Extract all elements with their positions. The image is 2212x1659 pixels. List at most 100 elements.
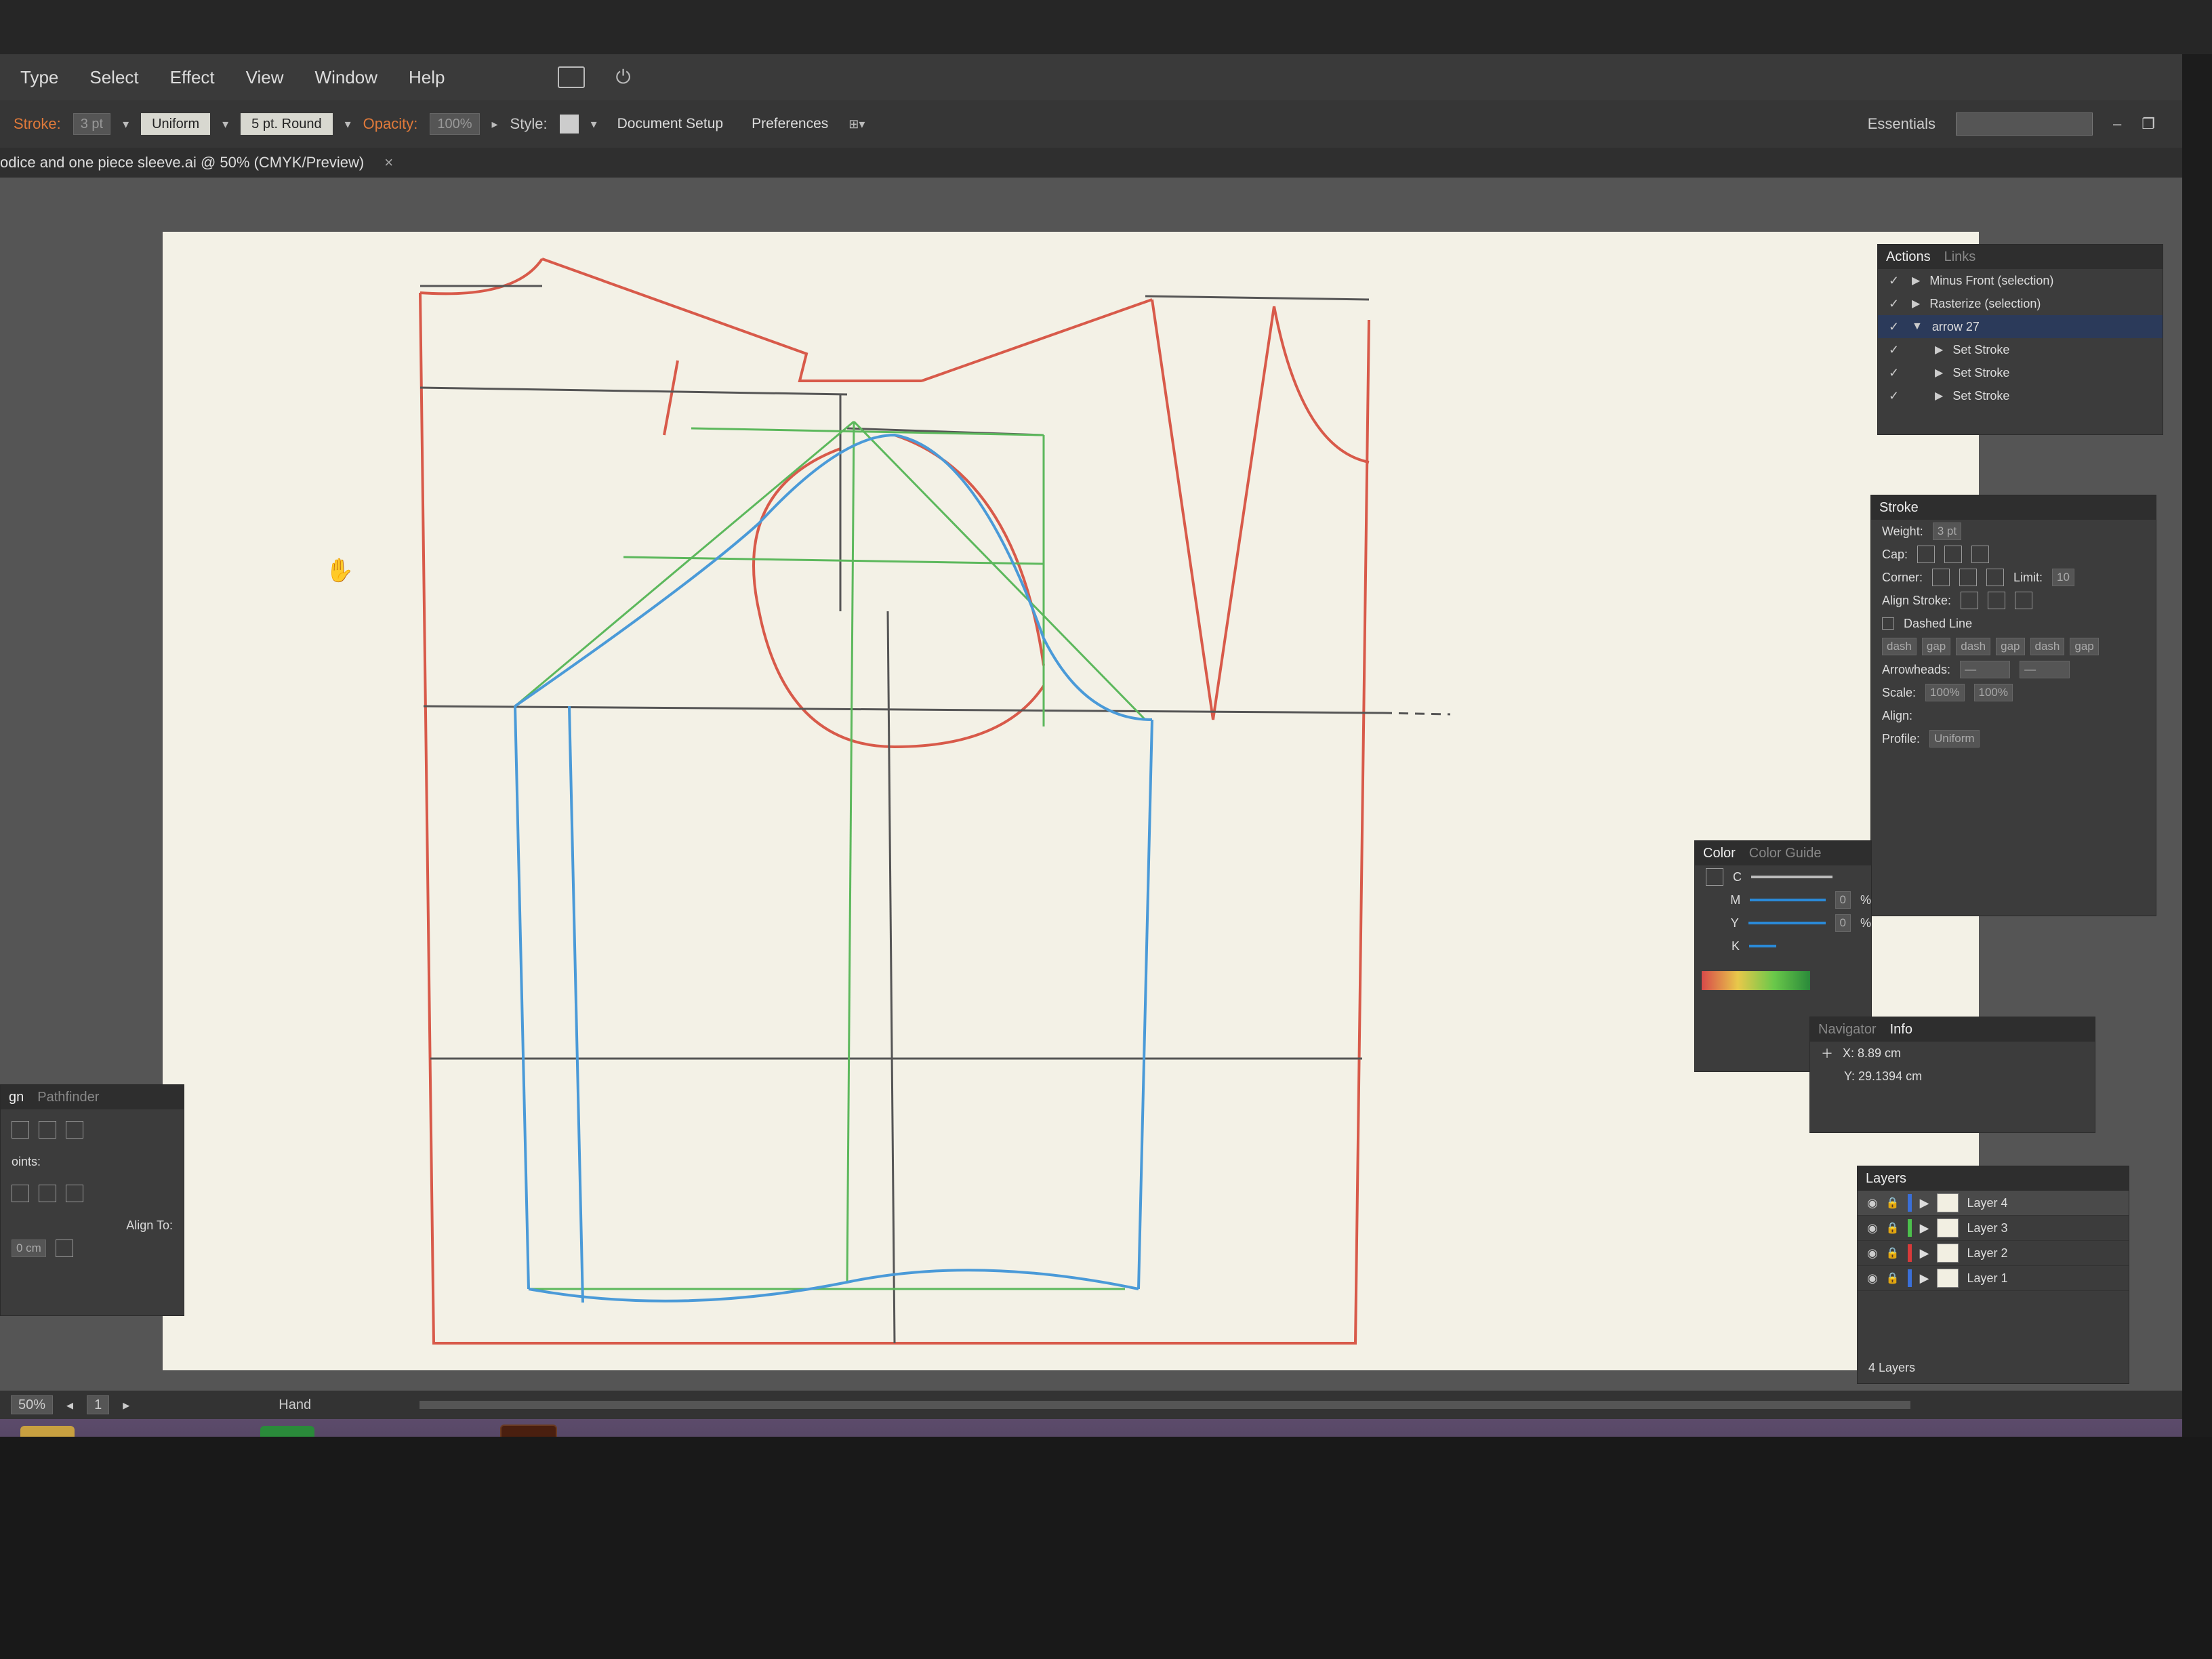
miter-join-icon[interactable] <box>1932 569 1950 586</box>
chevron-down-icon[interactable]: ▾ <box>345 117 351 131</box>
color-spectrum-bar[interactable] <box>1702 971 1810 990</box>
expand-triangle-icon[interactable]: ▶ <box>1920 1246 1929 1261</box>
tab-pathfinder[interactable]: Pathfinder <box>37 1090 99 1105</box>
store-icon[interactable]: ⊞ <box>260 1426 314 1437</box>
layer-name[interactable]: Layer 2 <box>1967 1246 2007 1261</box>
prev-artboard-icon[interactable]: ◂ <box>66 1397 73 1414</box>
check-icon[interactable]: ✓ <box>1889 366 1902 380</box>
dash-field[interactable]: dash <box>2030 638 2065 655</box>
lock-icon[interactable]: 🔒 <box>1886 1221 1900 1235</box>
tab-navigator[interactable]: Navigator <box>1818 1022 1877 1038</box>
y-slider[interactable] <box>1748 922 1826 924</box>
layer-row[interactable]: ◉ 🔒 ▶ Layer 2 <box>1858 1241 2129 1266</box>
limit-field[interactable]: 10 <box>2052 569 2074 586</box>
menu-effect[interactable]: Effect <box>170 67 215 88</box>
projecting-cap-icon[interactable] <box>1971 546 1990 563</box>
lock-icon[interactable]: 🔒 <box>1886 1246 1900 1260</box>
check-icon[interactable]: ✓ <box>1889 389 1902 403</box>
tab-actions[interactable]: Actions <box>1886 249 1931 265</box>
expand-triangle-icon[interactable]: ▶ <box>1920 1196 1929 1210</box>
align-center-icon[interactable] <box>1961 592 1979 609</box>
menu-window[interactable]: Window <box>315 67 377 88</box>
expand-triangle-icon[interactable]: ▶ <box>1935 389 1943 403</box>
media-player-icon[interactable]: ◉ <box>100 1426 155 1437</box>
stroke-weight-field[interactable]: 3 pt <box>73 113 111 135</box>
menu-select[interactable]: Select <box>89 67 138 88</box>
layers-panel-title[interactable]: Layers <box>1866 1171 1906 1187</box>
document-tab[interactable]: odice and one piece sleeve.ai @ 50% (CMY… <box>0 148 407 178</box>
action-item[interactable]: ✓ ▶ Rasterize (selection) <box>1878 292 2163 315</box>
zoom-dropdown[interactable]: 50% <box>11 1395 54 1414</box>
lock-icon[interactable]: 🔒 <box>1886 1196 1900 1210</box>
action-item[interactable]: ✓ ▶ Minus Front (selection) <box>1878 269 2163 292</box>
dashed-line-checkbox[interactable] <box>1882 617 1894 630</box>
horizontal-scrollbar[interactable] <box>419 1401 1911 1409</box>
c-slider[interactable] <box>1751 876 1832 878</box>
visibility-eye-icon[interactable]: ◉ <box>1867 1246 1878 1261</box>
align-to-dropdown[interactable] <box>55 1240 73 1257</box>
end-arrowhead-dropdown[interactable]: — <box>2020 661 2070 678</box>
weight-field[interactable]: 3 pt <box>1932 523 1962 540</box>
bevel-join-icon[interactable] <box>1986 569 2005 586</box>
k-slider[interactable] <box>1749 945 1777 947</box>
close-icon[interactable]: × <box>384 154 393 171</box>
chevron-down-icon[interactable]: ▾ <box>123 117 129 131</box>
visibility-eye-icon[interactable]: ◉ <box>1867 1196 1878 1210</box>
align-horizontal-center-icon[interactable] <box>39 1121 56 1139</box>
artboard[interactable] <box>163 232 1979 1370</box>
menu-view[interactable]: View <box>246 67 284 88</box>
m-slider[interactable] <box>1750 899 1826 901</box>
dash-field[interactable]: dash <box>1956 638 1991 655</box>
chevron-down-icon[interactable]: ▾ <box>591 117 597 131</box>
arrange-icon[interactable]: ⊞▾ <box>848 117 865 131</box>
remote-desktop-icon[interactable]: ▣ <box>180 1426 234 1437</box>
menu-help[interactable]: Help <box>409 67 445 88</box>
profile-dropdown[interactable]: Uniform <box>1929 730 1980 747</box>
m-field[interactable]: 0 <box>1835 891 1851 909</box>
opacity-label[interactable]: Opacity: <box>363 115 418 133</box>
file-explorer-icon[interactable]: ▬ <box>20 1426 75 1437</box>
check-icon[interactable]: ✓ <box>1889 274 1902 288</box>
expand-triangle-icon[interactable]: ▶ <box>1920 1221 1929 1235</box>
brush-definition-dropdown[interactable]: 5 pt. Round <box>241 113 333 135</box>
illustrator-icon[interactable]: Ai <box>500 1425 557 1437</box>
workspace-switcher[interactable]: Essentials <box>1868 115 1936 133</box>
restore-icon[interactable]: ❐ <box>2142 115 2155 133</box>
layer-name[interactable]: Layer 1 <box>1967 1271 2007 1286</box>
tab-info[interactable]: Info <box>1890 1022 1912 1038</box>
distribute-center-icon[interactable] <box>39 1185 56 1202</box>
layer-row[interactable]: ◉ 🔒 ▶ Layer 3 <box>1858 1216 2129 1241</box>
graphic-style-swatch[interactable] <box>559 115 579 134</box>
distribute-left-icon[interactable] <box>12 1185 29 1202</box>
expand-triangle-icon[interactable]: ▶ <box>1912 297 1920 310</box>
round-cap-icon[interactable] <box>1944 546 1963 563</box>
minimize-icon[interactable]: – <box>2113 115 2121 133</box>
tab-align[interactable]: gn <box>9 1090 24 1105</box>
tab-color[interactable]: Color <box>1703 846 1736 861</box>
align-inside-icon[interactable] <box>1988 592 2006 609</box>
align-outside-icon[interactable] <box>2015 592 2033 609</box>
lock-icon[interactable]: 🔒 <box>1886 1271 1900 1285</box>
dash-field[interactable]: dash <box>1882 638 1917 655</box>
layer-row[interactable]: ◉ 🔒 ▶ Layer 1 <box>1858 1266 2129 1291</box>
gap-field[interactable]: gap <box>1921 638 1951 655</box>
start-scale-field[interactable]: 100% <box>1925 684 1965 701</box>
visibility-eye-icon[interactable]: ◉ <box>1867 1271 1878 1286</box>
menu-type[interactable]: Type <box>20 67 58 88</box>
chrome-icon[interactable]: ◍ <box>340 1426 394 1437</box>
fill-stroke-swatch[interactable] <box>1706 868 1723 886</box>
stroke-label[interactable]: Stroke: <box>14 115 61 133</box>
start-arrowhead-dropdown[interactable]: — <box>1960 661 2011 678</box>
next-artboard-icon[interactable]: ▸ <box>123 1397 129 1414</box>
skype-icon[interactable]: S <box>420 1426 474 1437</box>
expand-triangle-icon[interactable]: ▶ <box>1935 343 1943 356</box>
expand-triangle-icon[interactable]: ▶ <box>1920 1271 1929 1286</box>
pasteboard[interactable]: ✋ <box>0 178 2182 1391</box>
distribute-spacing-field[interactable]: 0 cm <box>12 1240 46 1257</box>
stroke-panel-title[interactable]: Stroke <box>1879 500 1919 516</box>
search-input[interactable] <box>1956 112 2093 136</box>
chevron-down-icon[interactable]: ▾ <box>222 117 228 131</box>
document-setup-button[interactable]: Document Setup <box>609 113 731 135</box>
align-left-icon[interactable] <box>12 1121 29 1139</box>
layer-row[interactable]: ◉ 🔒 ▶ Layer 4 <box>1858 1191 2129 1216</box>
